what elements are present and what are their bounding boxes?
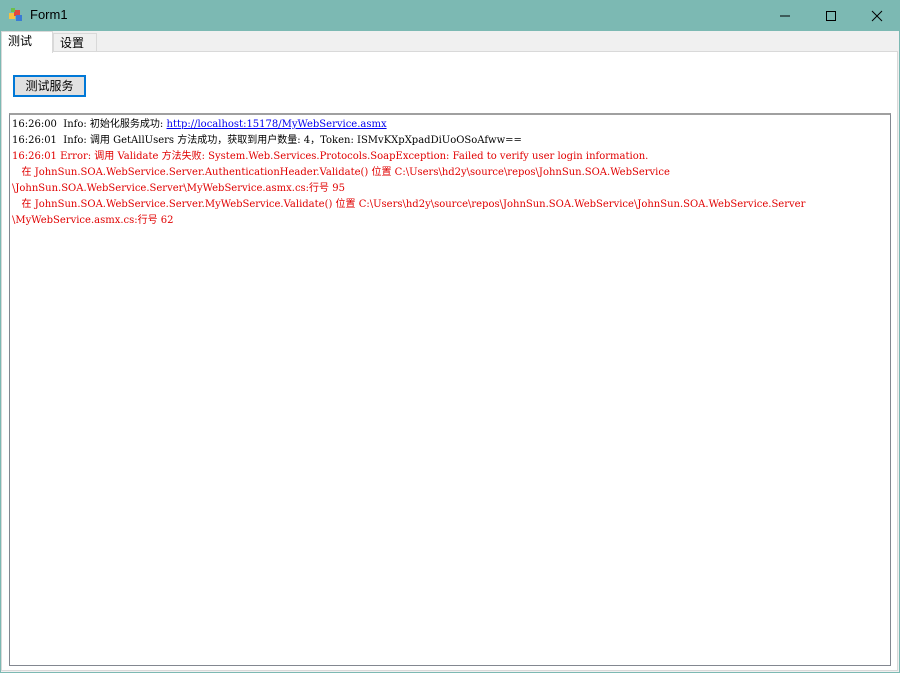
windows-form-icon [9,8,22,21]
minimize-icon [780,15,790,16]
close-icon [871,10,883,21]
tab-page-test: 测试服务 16:26:00 Info: 初始化服务成功: http://loca… [1,51,898,671]
log-line-getallusers: 16:26:01 Info: 调用 GetAllUsers 方法成功，获取到用户… [12,135,522,146]
log-line-stack-1: 在 JohnSun.SOA.WebService.Server.Authenti… [12,167,670,178]
close-button[interactable] [854,0,900,31]
tab-settings[interactable]: 设置 [53,33,97,52]
minimize-button[interactable] [762,0,808,31]
window-title: Form1 [30,7,68,22]
maximize-icon [826,10,836,21]
title-bar[interactable]: Form1 [0,0,900,31]
log-line-init: 16:26:00 Info: 初始化服务成功: http://localhost… [12,117,888,133]
test-service-button[interactable]: 测试服务 [13,75,86,97]
tab-strip: 测试 设置 [1,31,899,53]
log-line-stack-2-cont: \MyWebService.asmx.cs:行号 62 [12,215,174,226]
tab-test[interactable]: 测试 [1,31,53,53]
log-line-error: 16:26:01 Error: 调用 Validate 方法失败: System… [12,151,649,162]
log-line-stack-2: 在 JohnSun.SOA.WebService.Server.MyWebSer… [12,199,806,210]
maximize-button[interactable] [808,0,854,31]
client-area: 测试 设置 测试服务 16:26:00 Info: 初始化服务成功: http:… [1,31,899,672]
log-line-init-text: 16:26:00 Info: 初始化服务成功: [12,119,164,130]
log-textbox[interactable]: 16:26:00 Info: 初始化服务成功: http://localhost… [9,113,891,666]
form1-window: Form1 测试 设置 测试服务 16:26:00 Info: 初始化服务成功:… [0,0,900,673]
service-url-link[interactable]: http://localhost:15178/MyWebService.asmx [167,119,387,130]
log-line-stack-1-cont: \JohnSun.SOA.WebService.Server\MyWebServ… [12,183,345,194]
